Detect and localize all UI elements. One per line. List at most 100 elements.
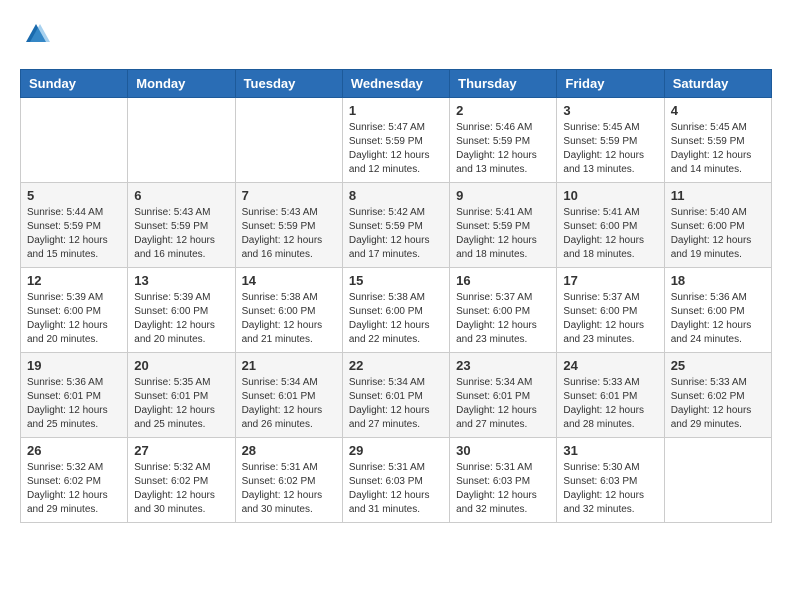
day-info: Sunrise: 5:34 AM Sunset: 6:01 PM Dayligh… (349, 376, 443, 432)
day-number: 31 (563, 443, 657, 458)
day-number: 20 (134, 358, 228, 373)
day-info: Sunrise: 5:31 AM Sunset: 6:03 PM Dayligh… (349, 461, 443, 517)
day-number: 15 (349, 273, 443, 288)
calendar-cell: 17Sunrise: 5:37 AM Sunset: 6:00 PM Dayli… (557, 268, 664, 353)
day-number: 24 (563, 358, 657, 373)
day-number: 9 (456, 188, 550, 203)
day-number: 14 (242, 273, 336, 288)
weekday-header-saturday: Saturday (664, 70, 771, 98)
weekday-header-wednesday: Wednesday (342, 70, 449, 98)
day-info: Sunrise: 5:47 AM Sunset: 5:59 PM Dayligh… (349, 121, 443, 177)
calendar-cell: 4 Sunrise: 5:45 AM Sunset: 5:59 PM Daylig… (664, 98, 771, 183)
page-header (20, 20, 772, 53)
day-number: 17 (563, 273, 657, 288)
calendar-cell: 2Sunrise: 5:46 AM Sunset: 5:59 PM Daylig… (450, 98, 557, 183)
calendar-cell: 21 Sunrise: 5:34 AM Sunset: 6:01 PM Dayli… (235, 353, 342, 438)
calendar-cell: 13 Sunrise: 5:39 AM Sunset: 6:00 PM Dayli… (128, 268, 235, 353)
day-info: Sunrise: 5:32 AM Sunset: 6:02 PM Dayligh… (134, 461, 228, 517)
day-info: Sunrise: 5:36 AM Sunset: 6:00 PM Dayligh… (671, 291, 765, 347)
calendar-cell: 9Sunrise: 5:41 AM Sunset: 5:59 PM Daylig… (450, 183, 557, 268)
logo (20, 20, 50, 53)
calendar-week-row: 5 Sunrise: 5:44 AM Sunset: 5:59 PM Daylig… (21, 183, 772, 268)
day-info: Sunrise: 5:32 AM Sunset: 6:02 PM Dayligh… (27, 461, 121, 517)
calendar-cell: 26 Sunrise: 5:32 AM Sunset: 6:02 PM Dayli… (21, 438, 128, 523)
calendar-cell: 7Sunrise: 5:43 AM Sunset: 5:59 PM Daylig… (235, 183, 342, 268)
weekday-header-sunday: Sunday (21, 70, 128, 98)
day-info: Sunrise: 5:34 AM Sunset: 6:01 PM Dayligh… (242, 376, 336, 432)
day-info: Sunrise: 5:34 AM Sunset: 6:01 PM Dayligh… (456, 376, 550, 432)
calendar-cell: 19 Sunrise: 5:36 AM Sunset: 6:01 PM Dayli… (21, 353, 128, 438)
calendar-table: SundayMondayTuesdayWednesdayThursdayFrid… (20, 69, 772, 523)
day-info: Sunrise: 5:42 AM Sunset: 5:59 PM Dayligh… (349, 206, 443, 262)
calendar-cell: 8 Sunrise: 5:42 AM Sunset: 5:59 PM Daylig… (342, 183, 449, 268)
day-number: 28 (242, 443, 336, 458)
calendar-cell: 28 Sunrise: 5:31 AM Sunset: 6:02 PM Dayli… (235, 438, 342, 523)
day-number: 1 (349, 103, 443, 118)
day-info: Sunrise: 5:45 AM Sunset: 5:59 PM Dayligh… (671, 121, 765, 177)
calendar-cell: 29 Sunrise: 5:31 AM Sunset: 6:03 PM Dayli… (342, 438, 449, 523)
weekday-header-friday: Friday (557, 70, 664, 98)
calendar-cell (235, 98, 342, 183)
day-info: Sunrise: 5:40 AM Sunset: 6:00 PM Dayligh… (671, 206, 765, 262)
calendar-cell: 22 Sunrise: 5:34 AM Sunset: 6:01 PM Dayli… (342, 353, 449, 438)
day-info: Sunrise: 5:39 AM Sunset: 6:00 PM Dayligh… (27, 291, 121, 347)
day-info: Sunrise: 5:30 AM Sunset: 6:03 PM Dayligh… (563, 461, 657, 517)
day-number: 23 (456, 358, 550, 373)
day-number: 7 (242, 188, 336, 203)
calendar-cell: 18 Sunrise: 5:36 AM Sunset: 6:00 PM Dayli… (664, 268, 771, 353)
day-info: Sunrise: 5:39 AM Sunset: 6:00 PM Dayligh… (134, 291, 228, 347)
calendar-cell: 6 Sunrise: 5:43 AM Sunset: 5:59 PM Daylig… (128, 183, 235, 268)
day-number: 29 (349, 443, 443, 458)
day-number: 6 (134, 188, 228, 203)
calendar-cell: 25Sunrise: 5:33 AM Sunset: 6:02 PM Dayli… (664, 353, 771, 438)
day-info: Sunrise: 5:45 AM Sunset: 5:59 PM Dayligh… (563, 121, 657, 177)
calendar-cell: 11Sunrise: 5:40 AM Sunset: 6:00 PM Dayli… (664, 183, 771, 268)
calendar-cell: 15Sunrise: 5:38 AM Sunset: 6:00 PM Dayli… (342, 268, 449, 353)
day-info: Sunrise: 5:33 AM Sunset: 6:01 PM Dayligh… (563, 376, 657, 432)
day-info: Sunrise: 5:31 AM Sunset: 6:03 PM Dayligh… (456, 461, 550, 517)
calendar-cell (664, 438, 771, 523)
calendar-week-row: 19 Sunrise: 5:36 AM Sunset: 6:01 PM Dayli… (21, 353, 772, 438)
calendar-cell: 30 Sunrise: 5:31 AM Sunset: 6:03 PM Dayli… (450, 438, 557, 523)
calendar-cell: 10 Sunrise: 5:41 AM Sunset: 6:00 PM Dayli… (557, 183, 664, 268)
day-info: Sunrise: 5:37 AM Sunset: 6:00 PM Dayligh… (456, 291, 550, 347)
day-info: Sunrise: 5:43 AM Sunset: 5:59 PM Dayligh… (134, 206, 228, 262)
day-number: 19 (27, 358, 121, 373)
day-number: 25 (671, 358, 765, 373)
day-info: Sunrise: 5:36 AM Sunset: 6:01 PM Dayligh… (27, 376, 121, 432)
day-number: 4 (671, 103, 765, 118)
calendar-cell: 24 Sunrise: 5:33 AM Sunset: 6:01 PM Dayli… (557, 353, 664, 438)
weekday-header-monday: Monday (128, 70, 235, 98)
calendar-cell: 27Sunrise: 5:32 AM Sunset: 6:02 PM Dayli… (128, 438, 235, 523)
calendar-week-row: 12 Sunrise: 5:39 AM Sunset: 6:00 PM Dayli… (21, 268, 772, 353)
weekday-header-row: SundayMondayTuesdayWednesdayThursdayFrid… (21, 70, 772, 98)
day-number: 5 (27, 188, 121, 203)
weekday-header-tuesday: Tuesday (235, 70, 342, 98)
calendar-cell: 31 Sunrise: 5:30 AM Sunset: 6:03 PM Dayli… (557, 438, 664, 523)
calendar-cell: 12 Sunrise: 5:39 AM Sunset: 6:00 PM Dayli… (21, 268, 128, 353)
weekday-header-thursday: Thursday (450, 70, 557, 98)
calendar-cell (21, 98, 128, 183)
day-number: 13 (134, 273, 228, 288)
day-number: 18 (671, 273, 765, 288)
day-number: 26 (27, 443, 121, 458)
day-number: 22 (349, 358, 443, 373)
day-info: Sunrise: 5:44 AM Sunset: 5:59 PM Dayligh… (27, 206, 121, 262)
day-number: 21 (242, 358, 336, 373)
day-number: 16 (456, 273, 550, 288)
day-number: 30 (456, 443, 550, 458)
day-info: Sunrise: 5:38 AM Sunset: 6:00 PM Dayligh… (242, 291, 336, 347)
calendar-week-row: 1 Sunrise: 5:47 AM Sunset: 5:59 PM Daylig… (21, 98, 772, 183)
calendar-week-row: 26 Sunrise: 5:32 AM Sunset: 6:02 PM Dayli… (21, 438, 772, 523)
day-number: 3 (563, 103, 657, 118)
logo-icon (22, 20, 50, 48)
day-number: 10 (563, 188, 657, 203)
day-info: Sunrise: 5:41 AM Sunset: 6:00 PM Dayligh… (563, 206, 657, 262)
calendar-cell: 23 Sunrise: 5:34 AM Sunset: 6:01 PM Dayli… (450, 353, 557, 438)
day-number: 12 (27, 273, 121, 288)
day-info: Sunrise: 5:31 AM Sunset: 6:02 PM Dayligh… (242, 461, 336, 517)
calendar-cell: 16 Sunrise: 5:37 AM Sunset: 6:00 PM Dayli… (450, 268, 557, 353)
calendar-cell (128, 98, 235, 183)
calendar-cell: 1 Sunrise: 5:47 AM Sunset: 5:59 PM Daylig… (342, 98, 449, 183)
day-number: 8 (349, 188, 443, 203)
